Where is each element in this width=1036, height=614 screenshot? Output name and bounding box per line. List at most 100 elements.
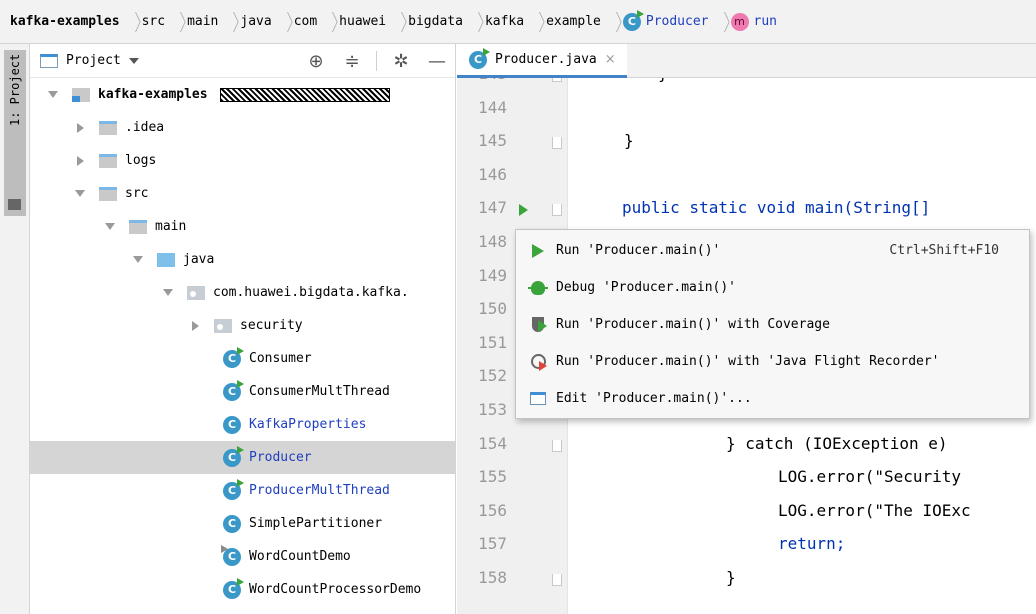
breadcrumb-separator: [170, 10, 180, 34]
toolbar-divider: [376, 51, 377, 71]
breadcrumb-item-project[interactable]: kafka-examples: [10, 14, 120, 29]
breadcrumb-item-com[interactable]: com: [294, 14, 317, 29]
tree-node[interactable]: C Producer: [30, 441, 455, 474]
chevron-down-icon[interactable]: [105, 223, 115, 230]
fold-marker-icon[interactable]: [552, 439, 562, 452]
menu-item-edit-config[interactable]: Edit 'Producer.main()'...: [516, 380, 1029, 417]
tree-node-label: java: [183, 252, 215, 267]
breadcrumb-item-producer[interactable]: C Producer: [622, 9, 709, 31]
flight-recorder-icon: [529, 353, 547, 371]
breadcrumb-item-kafka[interactable]: kafka: [485, 14, 524, 29]
chevron-down-icon[interactable]: [75, 190, 85, 197]
code-line: }: [658, 78, 668, 83]
fold-marker-icon[interactable]: [552, 574, 562, 586]
fold-marker-icon[interactable]: [552, 204, 562, 217]
line-number: 151: [478, 332, 507, 352]
collapse-all-icon[interactable]: ≑: [334, 44, 370, 78]
tree-node-label: Producer: [249, 450, 312, 465]
breadcrumb-item-bigdata[interactable]: bigdata: [408, 14, 463, 29]
tree-node-label: com.huawei.bigdata.kafka.: [213, 285, 409, 300]
menu-item-run-jfr[interactable]: Run 'Producer.main()' with 'Java Flight …: [516, 343, 1029, 380]
run-icon: [529, 242, 547, 260]
tree-node[interactable]: java: [30, 243, 455, 276]
tree-node[interactable]: C ConsumerMultThread: [30, 375, 455, 408]
line-number: 148: [478, 232, 507, 251]
code-line: LOG.error("The IOExc: [778, 500, 971, 520]
menu-item-run[interactable]: Run 'Producer.main()' Ctrl+Shift+F10: [516, 232, 1029, 269]
menu-item-edit-config-label: Edit 'Producer.main()'...: [556, 391, 752, 406]
tab-producer-java[interactable]: C Producer.java ×: [457, 44, 627, 78]
debug-icon: [528, 279, 548, 297]
tree-node-label: security: [240, 318, 303, 333]
line-number: 156: [478, 500, 507, 520]
runnable-class-icon: C: [469, 47, 490, 69]
breadcrumb-separator: [125, 10, 135, 34]
breadcrumb-item-main[interactable]: main: [187, 14, 218, 29]
breadcrumb-separator: [606, 10, 616, 34]
locate-icon[interactable]: ⊕: [298, 44, 334, 78]
project-view-icon: [40, 53, 58, 68]
method-icon: m: [730, 12, 749, 31]
tree-node[interactable]: C ProducerMultThread: [30, 474, 455, 507]
tree-node-label: WordCountProcessorDemo: [249, 582, 422, 597]
breadcrumb-separator: [468, 10, 478, 34]
run-gutter-icon[interactable]: [519, 204, 528, 217]
tree-node-label: SimplePartitioner: [249, 516, 383, 531]
tree-node[interactable]: C WordCountDemo: [30, 540, 455, 573]
breadcrumb-item-run[interactable]: m run: [730, 12, 777, 31]
source-folder-icon: [157, 252, 175, 267]
tree-node[interactable]: C Consumer: [30, 342, 455, 375]
tree-node-label: logs: [125, 153, 157, 168]
breadcrumb-run-label: run: [753, 14, 777, 29]
runnable-class-icon: C: [221, 544, 241, 566]
breadcrumb-separator: [277, 10, 287, 34]
runnable-class-icon: C: [223, 445, 244, 467]
menu-item-run-coverage-label: Run 'Producer.main()' with Coverage: [556, 317, 830, 332]
chevron-down-icon[interactable]: [128, 57, 139, 64]
breadcrumb-item-java[interactable]: java: [240, 14, 271, 29]
class-icon: C: [223, 415, 241, 434]
chevron-right-icon[interactable]: [75, 156, 85, 166]
line-number: 152: [478, 366, 507, 386]
line-number: 146: [478, 164, 507, 184]
tree-node-label: KafkaProperties: [249, 417, 367, 432]
menu-item-run-coverage[interactable]: Run 'Producer.main()' with Coverage: [516, 306, 1029, 343]
runnable-class-icon: C: [223, 346, 244, 368]
breadcrumb-item-example[interactable]: example: [546, 14, 601, 29]
tree-node-label: src: [125, 186, 149, 201]
chevron-down-icon[interactable]: [163, 289, 173, 296]
gear-icon[interactable]: ✲: [383, 44, 419, 78]
tree-node[interactable]: C WordCountProcessorDemo: [30, 573, 455, 606]
fold-marker-icon[interactable]: [552, 137, 562, 150]
code-line: return;: [778, 534, 846, 554]
project-view-selector[interactable]: Project: [66, 53, 121, 68]
close-icon[interactable]: ×: [605, 52, 616, 67]
line-number: 153: [478, 400, 507, 419]
line-number: 147: [478, 198, 507, 218]
tree-node[interactable]: com.huawei.bigdata.kafka.: [30, 276, 455, 309]
breadcrumb-item-huawei[interactable]: huawei: [339, 14, 386, 29]
line-number: 154: [478, 433, 507, 453]
code-line: } catch (IOException e): [726, 433, 948, 453]
menu-item-debug[interactable]: Debug 'Producer.main()': [516, 269, 1029, 306]
tree-node[interactable]: logs: [30, 144, 455, 177]
chevron-down-icon[interactable]: [133, 256, 143, 263]
breadcrumb-item-src[interactable]: src: [142, 14, 165, 29]
tree-node[interactable]: C KafkaProperties: [30, 408, 455, 441]
tree-node[interactable]: src: [30, 177, 455, 210]
chevron-right-icon[interactable]: [190, 321, 200, 331]
fold-marker-icon[interactable]: [552, 78, 562, 82]
tree-node[interactable]: C SimplePartitioner: [30, 507, 455, 540]
chevron-right-icon[interactable]: [75, 123, 85, 133]
runnable-class-icon: C: [622, 9, 644, 31]
hide-icon[interactable]: —: [419, 44, 455, 78]
tree-node[interactable]: .idea: [30, 111, 455, 144]
breadcrumb-separator: [714, 10, 724, 34]
tree-node[interactable]: security: [30, 309, 455, 342]
line-number: 157: [478, 534, 507, 554]
tree-node[interactable]: main: [30, 210, 455, 243]
project-tool-tab[interactable]: 1: Project: [4, 50, 26, 216]
tree-node[interactable]: kafka-examples: [30, 78, 455, 111]
chevron-down-icon[interactable]: [48, 91, 58, 98]
package-icon: [214, 318, 232, 333]
